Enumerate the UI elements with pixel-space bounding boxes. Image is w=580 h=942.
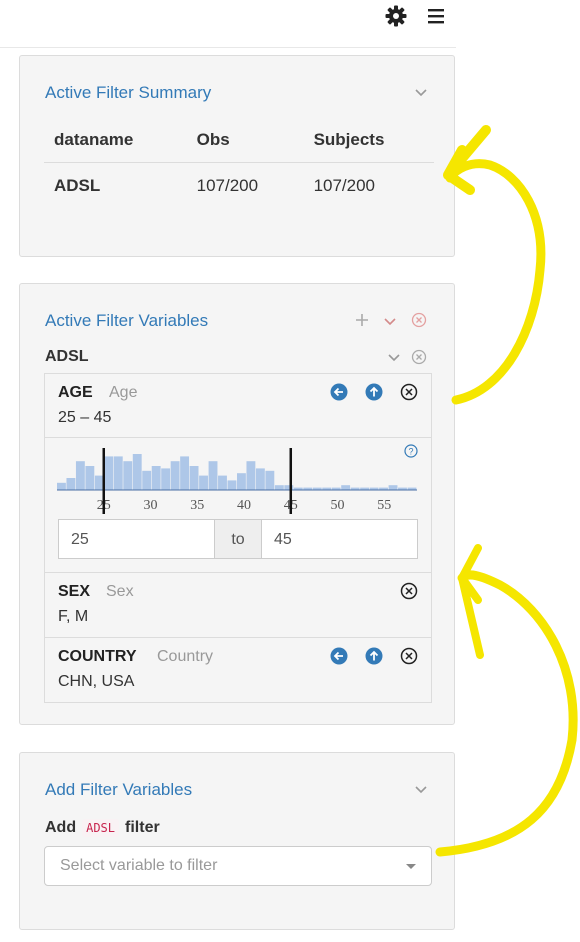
filter-card-sex: SEX Sex F, M [44,572,432,638]
add-filters-title[interactable]: Add Filter Variables [45,780,192,800]
dataset-code: ADSL [82,819,120,837]
active-filters-title[interactable]: Active Filter Variables [45,311,208,331]
column-header: Subjects [303,120,434,163]
summary-title[interactable]: Active Filter Summary [45,83,211,103]
cell-dataname: ADSL [54,176,101,195]
range-to-label: to [214,519,262,559]
histogram-bar [113,456,123,490]
remove-filter-icon[interactable] [400,383,418,401]
variable-value: 25 – 45 [58,409,112,426]
gear-icon[interactable] [384,4,408,28]
arrow-left-icon[interactable] [330,647,348,665]
histogram-bar [189,466,199,490]
filter-card-country: COUNTRY Country CHN, USA [44,637,432,703]
annotation-arrow-curve [435,570,578,857]
caret-down-icon [406,864,416,869]
table-row: ADSL 107/200 107/200 [44,163,434,210]
histogram-bar [274,485,284,490]
chevron-down-icon[interactable] [414,785,428,795]
histogram-bar [208,461,218,490]
histogram-bar [75,461,85,490]
histogram-bar [170,461,180,490]
cell-subjects: 107/200 [313,176,376,195]
arrow-up-icon[interactable] [365,383,383,401]
variable-name: SEX [58,583,91,600]
variable-value: F, M [58,608,89,625]
chevron-down-icon[interactable] [387,353,401,363]
annotation-arrowhead [458,544,484,659]
tick-label: 50 [331,498,345,513]
histogram-bar [104,456,114,490]
filter-card-age: AGE Age 25 – 45 ? 25303540455055 25 to 4… [44,373,432,573]
arrow-left-icon[interactable] [330,383,348,401]
add-label-suffix: filter [125,819,160,836]
divider [45,437,431,438]
annotation-arrow-curve [445,159,546,405]
range-to-input[interactable]: 45 [261,519,418,559]
column-header: dataname [44,120,187,163]
histogram-bar [218,475,227,490]
select-placeholder: Select variable to filter [60,857,218,874]
active-filter-variables-panel: Active Filter Variables ADSL AGE Age 25 … [19,283,455,725]
add-filter-variables-panel: Add Filter Variables Add ADSL filter Selec… [19,752,455,930]
cell-obs: 107/200 [196,176,259,195]
tick-label: 40 [237,498,251,513]
histogram-bar [199,475,208,490]
histogram-bar [85,466,95,490]
tick-label: 35 [190,498,204,513]
variable-select[interactable]: Select variable to filter [44,846,432,886]
remove-filter-icon[interactable] [400,647,418,665]
histogram-bar [237,473,246,490]
histogram-bar [57,482,66,490]
remove-dataset-icon[interactable] [411,349,427,365]
active-filter-summary-panel: Active Filter Summary dataname Obs Subje… [19,55,455,257]
plus-icon[interactable] [354,312,370,328]
variable-label: Country [157,648,214,665]
histogram-bar [227,480,237,490]
histogram-bar [180,456,190,490]
histogram-bar [142,470,152,490]
chevron-down-icon[interactable] [383,317,397,327]
histogram-bar [341,485,351,490]
range-from-input[interactable]: 25 [58,519,215,559]
histogram-bar [151,466,161,490]
chevron-down-icon[interactable] [414,88,428,98]
histogram-bar [388,485,398,490]
variable-name: AGE [58,384,93,401]
histogram-bar [161,468,171,490]
histogram-bar [246,461,256,490]
histogram-bar [132,454,142,490]
histogram-bar [94,475,104,490]
tick-label: 30 [144,498,158,513]
histogram-bar [255,468,265,490]
dataset-name: ADSL [45,348,89,365]
variable-label: Age [109,384,138,401]
tick-label: 55 [377,498,391,513]
column-header: Obs [186,120,304,163]
add-filter-label: Add ADSL filter [45,819,160,837]
histogram-bar [265,470,275,490]
variable-value: CHN, USA [58,673,135,690]
variable-name: COUNTRY [58,648,137,665]
remove-all-icon[interactable] [411,312,427,328]
age-histogram[interactable]: 25303540455055 [53,446,423,514]
variable-label: Sex [106,583,134,600]
histogram-bar [66,478,76,490]
summary-table: dataname Obs Subjects ADSL 107/200 107/2… [44,120,434,209]
arrow-up-icon[interactable] [365,647,383,665]
remove-filter-icon[interactable] [400,582,418,600]
add-label-prefix: Add [45,819,77,836]
histogram-bar [123,461,133,490]
hamburger-icon[interactable] [424,4,448,28]
